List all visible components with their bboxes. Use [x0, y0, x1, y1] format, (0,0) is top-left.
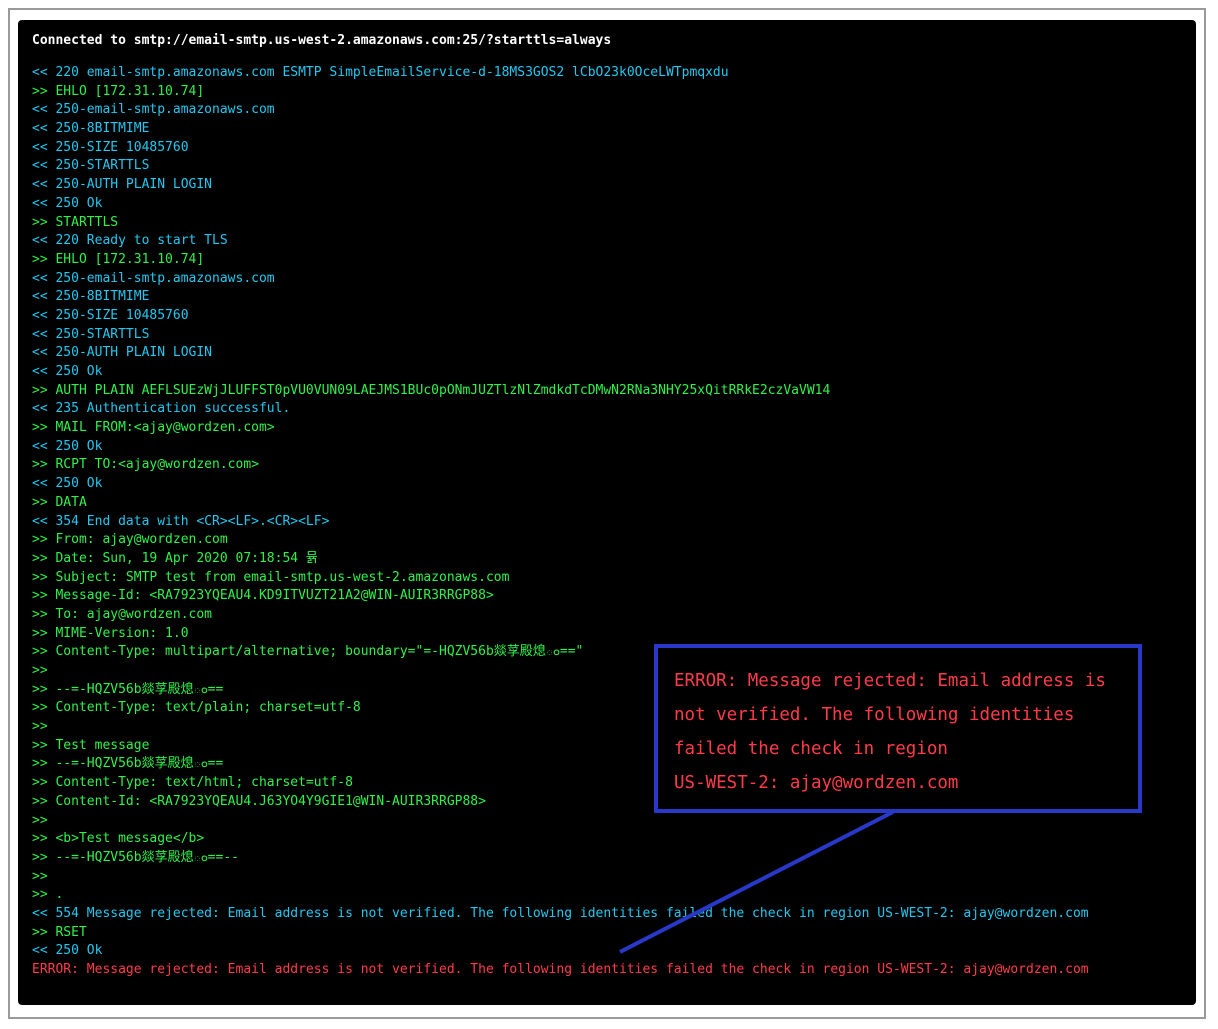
- client-command-line: >> Date: Sun, 19 Apr 2020 07:18:54 뮭: [32, 550, 318, 566]
- client-command-line: >> From: ajay@wordzen.com: [32, 532, 228, 548]
- callout-line: failed the check in region: [674, 739, 948, 759]
- server-response-line: << 250-8BITMIME: [32, 289, 150, 305]
- smtp-log: << 220 email-smtp.amazonaws.com ESMTP Si…: [32, 64, 1182, 980]
- callout-line: not verified. The following identities: [674, 705, 1075, 725]
- error-callout: ERROR: Message rejected: Email address i…: [654, 644, 1142, 813]
- client-command-line: >> To: ajay@wordzen.com: [32, 606, 213, 622]
- terminal-window[interactable]: Connected to smtp://email-smtp.us-west-2…: [18, 20, 1196, 1005]
- client-command-line: >> DATA: [32, 494, 87, 510]
- server-response-line: << 250-email-smtp.amazonaws.com: [32, 102, 275, 118]
- server-response-line: << 554 Message rejected: Email address i…: [32, 905, 1089, 921]
- client-command-line: >>: [32, 868, 48, 884]
- client-command-line: >>: [32, 812, 48, 828]
- server-response-line: << 250 Ok: [32, 438, 103, 454]
- client-command-line: >> MIME-Version: 1.0: [32, 625, 189, 641]
- client-command-line: >> RCPT TO:<ajay@wordzen.com>: [32, 457, 259, 473]
- server-response-line: << 250-email-smtp.amazonaws.com: [32, 270, 275, 286]
- server-response-line: << 250 Ok: [32, 195, 103, 211]
- error-line: ERROR: Message rejected: Email address i…: [32, 962, 1089, 977]
- server-response-line: << 250-STARTTLS: [32, 158, 150, 174]
- client-command-line: >> EHLO [172.31.10.74]: [32, 83, 205, 99]
- connection-header: Connected to smtp://email-smtp.us-west-2…: [32, 33, 612, 48]
- client-command-line: >> AUTH PLAIN AEFLSUEzWjJLUFFST0pVU0VUN0…: [32, 382, 831, 398]
- server-response-line: << 220 email-smtp.amazonaws.com ESMTP Si…: [32, 65, 729, 80]
- client-command-line: >> --=-HQZV56b燚莩殿熄ం==--: [32, 849, 239, 865]
- server-response-line: << 250-8BITMIME: [32, 121, 150, 137]
- client-command-line: >> .: [32, 887, 64, 903]
- server-response-line: << 250-AUTH PLAIN LOGIN: [32, 345, 213, 361]
- server-response-line: << 250-SIZE 10485760: [32, 307, 189, 323]
- server-response-line: << 250-AUTH PLAIN LOGIN: [32, 177, 213, 193]
- server-response-line: << 250-SIZE 10485760: [32, 139, 189, 155]
- server-response-line: << 250 Ok: [32, 476, 103, 492]
- client-command-line: >> <b>Test message</b>: [32, 831, 205, 847]
- server-response-line: << 220 Ready to start TLS: [32, 233, 228, 249]
- server-response-line: << 250 Ok: [32, 943, 103, 959]
- server-response-line: << 250 Ok: [32, 364, 103, 379]
- client-command-line: >> Subject: SMTP test from email-smtp.us…: [32, 569, 510, 585]
- client-command-line: >> EHLO [172.31.10.74]: [32, 251, 205, 267]
- server-response-line: << 250-STARTTLS: [32, 326, 150, 342]
- client-command-line: >> STARTTLS: [32, 214, 119, 230]
- callout-line: ERROR: Message rejected: Email address i…: [674, 671, 1106, 691]
- client-command-line: >> Message-Id: <RA7923YQEAU4.KD9ITVUZT21…: [32, 588, 494, 604]
- server-response-line: << 354 End data with <CR><LF>.<CR><LF>: [32, 513, 330, 529]
- callout-line: US-WEST-2: ajay@wordzen.com: [674, 773, 959, 793]
- server-response-line: << 235 Authentication successful.: [32, 401, 291, 417]
- client-command-line: >> MAIL FROM:<ajay@wordzen.com>: [32, 420, 275, 436]
- client-command-line: >> RSET: [32, 924, 87, 940]
